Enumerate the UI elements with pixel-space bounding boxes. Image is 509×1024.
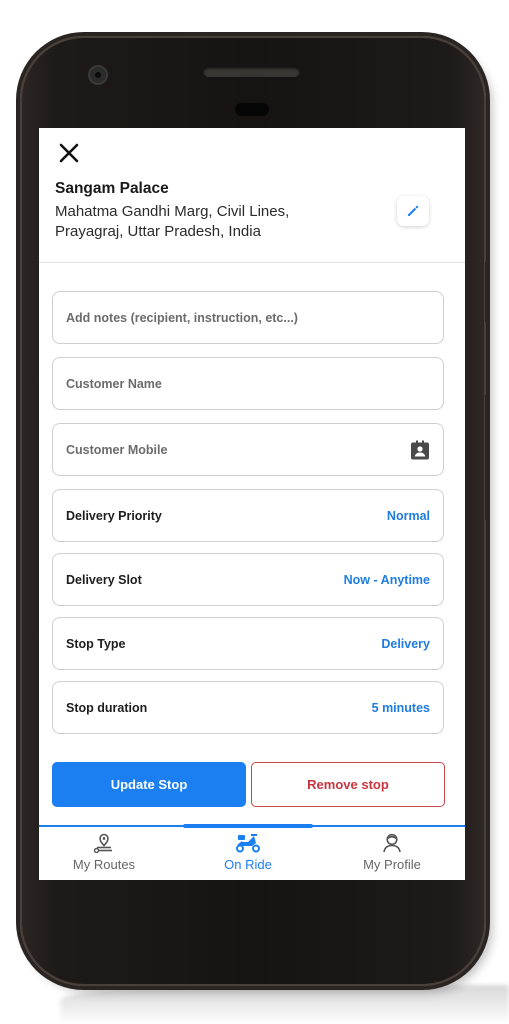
delivery-slot-value: Now - Anytime (343, 572, 430, 587)
delivery-priority-value: Normal (386, 508, 430, 523)
header-divider (39, 262, 465, 263)
stop-duration-value: 5 minutes (371, 700, 430, 715)
stop-type-value: Delivery (381, 636, 430, 651)
edit-address-button[interactable] (397, 196, 429, 226)
customer-name-input[interactable]: Customer Name (52, 357, 444, 410)
tab-my-routes[interactable]: My Routes (44, 833, 164, 879)
customer-name-placeholder: Customer Name (66, 376, 162, 391)
tab-label-on-ride: On Ride (224, 857, 272, 872)
close-icon[interactable] (58, 142, 80, 164)
notes-placeholder: Add notes (recipient, instruction, etc..… (66, 310, 298, 325)
delivery-priority-row[interactable]: Delivery Priority Normal (52, 489, 444, 542)
earpiece-speaker (203, 66, 300, 77)
app-screen: Sangam Palace Mahatma Gandhi Marg, Civil… (39, 128, 465, 880)
delivery-slot-label: Delivery Slot (66, 572, 142, 587)
tab-label-my-profile: My Profile (363, 857, 421, 872)
route-pin-icon (93, 833, 112, 853)
device-shadow (60, 985, 509, 1024)
notes-input[interactable]: Add notes (recipient, instruction, etc..… (52, 291, 444, 344)
stop-type-label: Stop Type (66, 636, 126, 651)
power-button (485, 262, 490, 322)
stop-duration-row[interactable]: Stop duration 5 minutes (52, 681, 444, 734)
contact-book-icon[interactable] (410, 440, 430, 460)
tab-label-my-routes: My Routes (72, 857, 136, 872)
pencil-icon (408, 205, 419, 216)
scooter-icon (236, 834, 260, 853)
customer-mobile-placeholder: Customer Mobile (66, 442, 168, 457)
bottom-tab-bar: My Routes On Ride My Profile (39, 824, 465, 880)
profile-icon (383, 833, 401, 853)
tab-my-profile[interactable]: My Profile (332, 833, 452, 879)
update-stop-button[interactable]: Update Stop (52, 762, 246, 807)
tab-on-ride[interactable]: On Ride (188, 833, 308, 879)
proximity-sensor (235, 103, 269, 116)
remove-stop-button[interactable]: Remove stop (251, 762, 445, 807)
place-address: Mahatma Gandhi Marg, Civil Lines, Prayag… (55, 203, 290, 240)
stop-duration-label: Stop duration (66, 700, 148, 715)
customer-mobile-input[interactable]: Customer Mobile (52, 423, 444, 476)
stop-type-row[interactable]: Stop Type Delivery (52, 617, 444, 670)
volume-button (485, 395, 490, 520)
active-tab-indicator (183, 824, 313, 828)
delivery-slot-row[interactable]: Delivery Slot Now - Anytime (52, 553, 444, 606)
front-camera (90, 67, 106, 83)
place-name: Sangam Palace (55, 180, 169, 197)
delivery-priority-label: Delivery Priority (66, 508, 162, 523)
